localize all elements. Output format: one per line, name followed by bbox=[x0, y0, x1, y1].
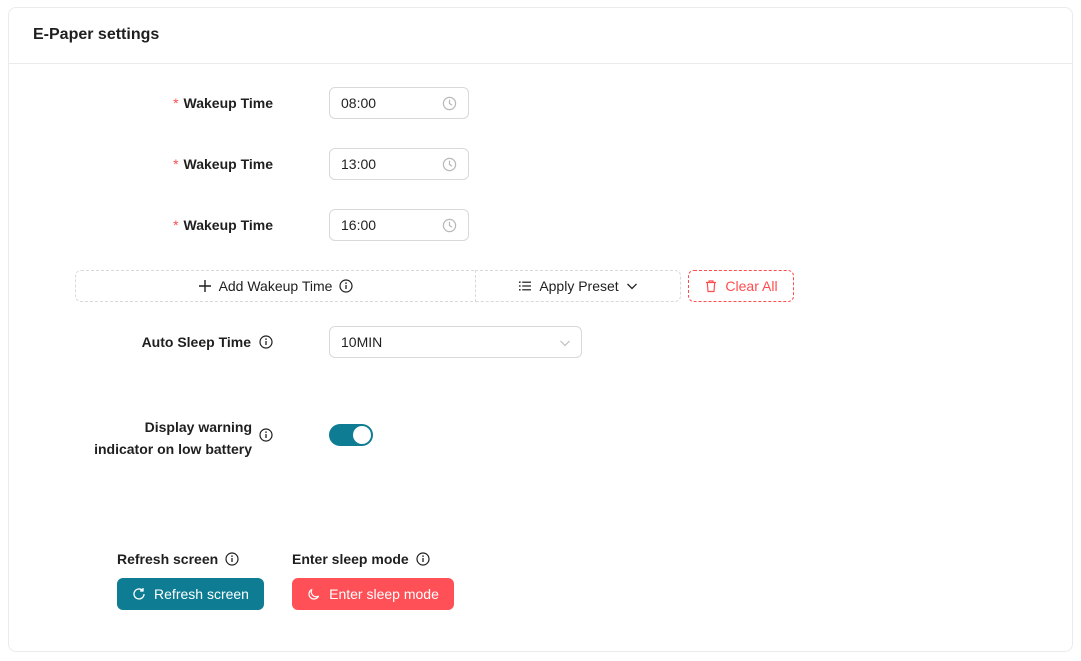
wakeup-time-input-2[interactable]: 13:00 bbox=[329, 148, 469, 180]
battery-warning-label: Display warning indicator on low battery bbox=[94, 416, 252, 460]
refresh-screen-label: Refresh screen bbox=[117, 551, 239, 567]
refresh-screen-label-text: Refresh screen bbox=[117, 551, 219, 567]
clock-icon bbox=[442, 96, 457, 111]
chevron-down-icon bbox=[626, 283, 637, 290]
enter-sleep-mode-label: Enter sleep mode bbox=[292, 551, 430, 567]
moon-icon bbox=[308, 588, 320, 600]
info-icon[interactable] bbox=[259, 335, 273, 349]
add-wakeup-time-button[interactable]: Add Wakeup Time bbox=[75, 270, 476, 302]
apply-preset-dropdown[interactable]: Apply Preset bbox=[475, 270, 681, 302]
card-header: E-Paper settings bbox=[9, 8, 1072, 64]
required-mark: * bbox=[173, 95, 179, 111]
auto-sleep-time-label: Auto Sleep Time bbox=[142, 334, 273, 350]
wakeup-time-input-3[interactable]: 16:00 bbox=[329, 209, 469, 241]
info-icon[interactable] bbox=[416, 552, 430, 566]
auto-sleep-time-select[interactable]: 10MIN bbox=[329, 326, 582, 358]
clear-all-label: Clear All bbox=[725, 278, 778, 294]
enter-sleep-mode-button-label: Enter sleep mode bbox=[329, 586, 439, 602]
add-wakeup-time-label: Add Wakeup Time bbox=[218, 278, 333, 294]
required-mark: * bbox=[173, 156, 179, 172]
wakeup-time-value: 16:00 bbox=[341, 217, 377, 233]
list-icon bbox=[519, 281, 532, 291]
battery-warning-label-line1: Display warning bbox=[144, 419, 252, 435]
toggle-knob bbox=[353, 426, 371, 444]
enter-sleep-mode-label-text: Enter sleep mode bbox=[292, 551, 409, 567]
enter-sleep-mode-button[interactable]: Enter sleep mode bbox=[292, 578, 454, 610]
refresh-screen-button-label: Refresh screen bbox=[154, 586, 249, 602]
required-mark: * bbox=[173, 217, 179, 233]
clock-icon bbox=[442, 218, 457, 233]
chevron-down-icon bbox=[560, 340, 570, 347]
info-icon[interactable] bbox=[339, 279, 354, 293]
apply-preset-label: Apply Preset bbox=[539, 278, 619, 294]
wakeup-time-label-text: Wakeup Time bbox=[183, 95, 273, 111]
auto-sleep-time-value: 10MIN bbox=[341, 334, 383, 350]
card-title: E-Paper settings bbox=[33, 26, 160, 43]
wakeup-time-label-text: Wakeup Time bbox=[183, 217, 273, 233]
clear-all-button[interactable]: Clear All bbox=[688, 270, 794, 302]
info-icon[interactable] bbox=[225, 552, 239, 566]
info-icon[interactable] bbox=[259, 428, 273, 442]
wakeup-time-label-text: Wakeup Time bbox=[183, 156, 273, 172]
trash-icon bbox=[706, 280, 717, 293]
wakeup-time-value: 08:00 bbox=[341, 95, 377, 111]
wakeup-time-input-1[interactable]: 08:00 bbox=[329, 87, 469, 119]
wakeup-time-label-2: * Wakeup Time bbox=[173, 156, 273, 172]
refresh-icon bbox=[133, 588, 145, 600]
refresh-screen-button[interactable]: Refresh screen bbox=[117, 578, 264, 610]
battery-warning-label-line2: indicator on low battery bbox=[94, 441, 252, 457]
clock-icon bbox=[442, 157, 457, 172]
plus-icon bbox=[198, 280, 211, 292]
battery-warning-toggle[interactable] bbox=[329, 424, 373, 446]
wakeup-time-label-3: * Wakeup Time bbox=[173, 217, 273, 233]
auto-sleep-time-label-text: Auto Sleep Time bbox=[141, 334, 251, 350]
wakeup-time-value: 13:00 bbox=[341, 156, 377, 172]
wakeup-time-label-1: * Wakeup Time bbox=[173, 95, 273, 111]
